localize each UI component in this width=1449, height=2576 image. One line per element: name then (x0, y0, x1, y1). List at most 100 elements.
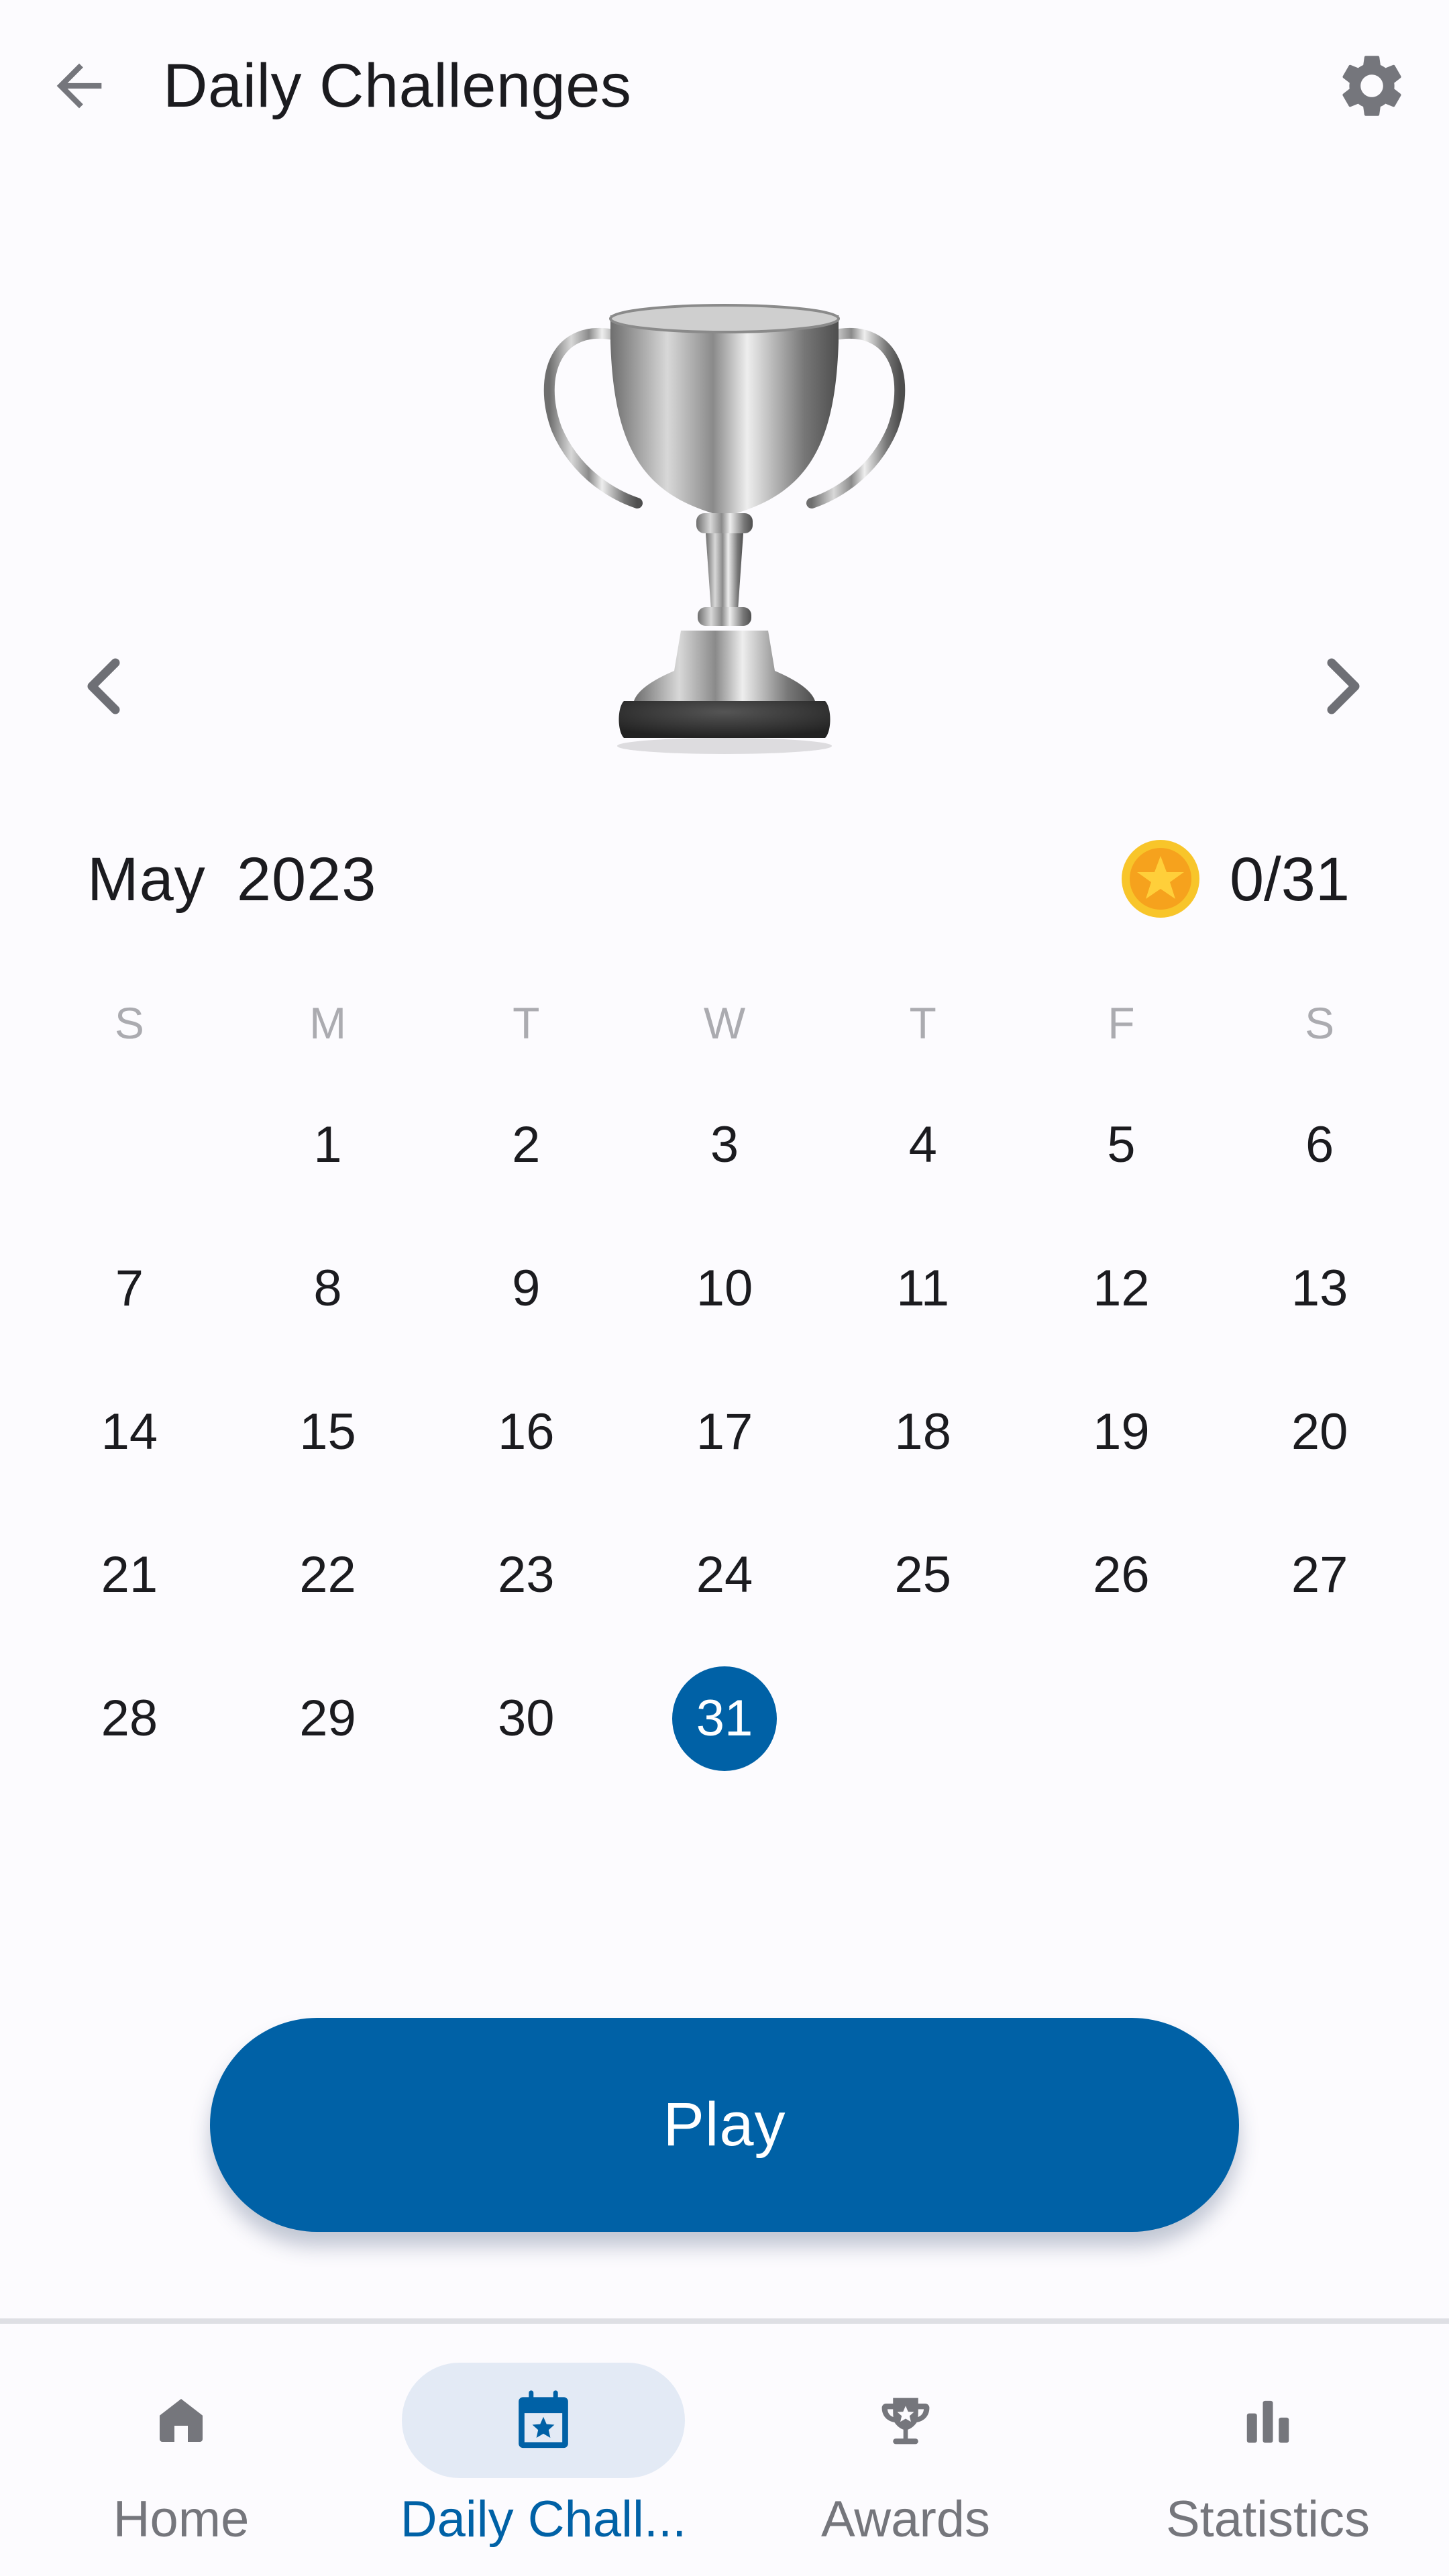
calendar-day[interactable]: 8 (229, 1217, 427, 1360)
day-number: 4 (908, 1116, 937, 1174)
calendar-day[interactable]: 14 (30, 1360, 229, 1503)
day-number: 27 (1291, 1546, 1348, 1604)
calendar-day[interactable]: 5 (1022, 1073, 1221, 1217)
nav-divider (0, 2318, 1449, 2324)
day-number: 12 (1093, 1260, 1150, 1318)
weekday-label: W (703, 998, 746, 1048)
nav-indicator (1197, 2363, 1338, 2478)
calendar-day[interactable]: 15 (229, 1360, 427, 1503)
home-icon (160, 2399, 203, 2442)
calendar-day[interactable]: 9 (427, 1217, 625, 1360)
calendar-day[interactable]: 12 (1022, 1217, 1221, 1360)
day-number: 15 (299, 1403, 356, 1460)
calendar-day[interactable]: 30 (427, 1647, 625, 1790)
calendar-day[interactable]: 24 (625, 1503, 824, 1647)
nav-item-awards[interactable]: Awards (724, 2324, 1087, 2576)
day-number: 2 (512, 1116, 541, 1174)
calendar-star-icon (519, 2390, 568, 2449)
day-number: 6 (1305, 1116, 1334, 1174)
calendar-day[interactable]: 1 (229, 1073, 427, 1217)
gear-icon (1342, 56, 1401, 116)
nav-indicator (111, 2363, 252, 2478)
nav-label: Awards (820, 2491, 991, 2548)
day-number: 9 (512, 1260, 541, 1318)
day-number: 28 (101, 1690, 158, 1748)
nav-label: Statistics (1165, 2491, 1371, 2548)
month-year-label: May 2023 (87, 842, 407, 917)
calendar-day[interactable]: 27 (1220, 1503, 1419, 1647)
day-number: 29 (299, 1690, 356, 1748)
nav-label: Daily Chall... (400, 2491, 687, 2548)
calendar-day[interactable]: 6 (1220, 1073, 1419, 1217)
day-number: 7 (115, 1260, 144, 1318)
day-number: 22 (299, 1546, 356, 1604)
day-number: 31 (672, 1666, 777, 1771)
nav-indicator (835, 2363, 976, 2478)
month-label: May (87, 845, 206, 914)
calendar-day[interactable]: 19 (1022, 1360, 1221, 1503)
completed-count: 0/31 (1230, 845, 1350, 914)
calendar-day[interactable]: 20 (1220, 1360, 1419, 1503)
nav-label: Home (113, 2491, 250, 2548)
day-number: 8 (313, 1260, 342, 1318)
calendar-grid: 1 2 3 4 5 6 7 8 9 10 11 12 13 14 15 16 17 18 19 20 21 22 23 24 2… (30, 1073, 1419, 1790)
calendar-day[interactable]: 26 (1022, 1503, 1221, 1647)
star-coin-icon (1120, 839, 1201, 919)
calendar-day[interactable]: 17 (625, 1360, 824, 1503)
bar-chart-icon (1246, 2400, 1289, 2443)
calendar-day[interactable]: 21 (30, 1503, 229, 1647)
nav-item-statistics[interactable]: Statistics (1087, 2324, 1449, 2576)
weekday-label: T (909, 998, 936, 1048)
bottom-navigation: Home Daily Chall... Awards Statistics (0, 2324, 1449, 2576)
day-number: 14 (101, 1403, 158, 1460)
day-number: 17 (696, 1403, 753, 1460)
calendar-day[interactable]: 23 (427, 1503, 625, 1647)
nav-item-home[interactable]: Home (0, 2324, 362, 2576)
day-number: 26 (1093, 1546, 1150, 1604)
arrow-back-icon (56, 63, 102, 109)
calendar-day[interactable]: 28 (30, 1647, 229, 1790)
day-number: 13 (1291, 1260, 1348, 1318)
calendar-day[interactable]: 22 (229, 1503, 427, 1647)
silver-trophy-icon (543, 304, 906, 754)
weekday-label: F (1108, 998, 1135, 1048)
calendar-day[interactable]: 13 (1220, 1217, 1419, 1360)
previous-month-button[interactable] (68, 646, 136, 727)
day-number: 1 (313, 1116, 342, 1174)
trophy-image (530, 295, 919, 758)
next-month-button[interactable] (1311, 646, 1379, 727)
day-number: 21 (101, 1546, 158, 1604)
year-label: 2023 (236, 845, 377, 914)
day-number: 10 (696, 1260, 753, 1318)
calendar-day[interactable]: 18 (824, 1360, 1022, 1503)
calendar-day[interactable]: 4 (824, 1073, 1022, 1217)
day-number: 19 (1093, 1403, 1150, 1460)
nav-indicator-active (402, 2363, 685, 2478)
calendar-blank-cell (30, 1073, 229, 1217)
calendar-day[interactable]: 2 (427, 1073, 625, 1217)
day-number: 24 (696, 1546, 753, 1604)
calendar-day[interactable]: 10 (625, 1217, 824, 1360)
page-title: Daily Challenges (163, 52, 632, 120)
settings-button[interactable] (1332, 46, 1412, 126)
nav-item-daily-challenges[interactable]: Daily Chall... (362, 2324, 724, 2576)
trophy-icon (881, 2398, 930, 2445)
play-button[interactable]: Play (210, 2018, 1239, 2232)
day-number: 3 (710, 1116, 739, 1174)
calendar-day-selected[interactable]: 31 (625, 1647, 824, 1790)
calendar-day[interactable]: 25 (824, 1503, 1022, 1647)
weekday-label: S (1305, 998, 1335, 1048)
day-number: 18 (894, 1403, 951, 1460)
calendar-day[interactable]: 7 (30, 1217, 229, 1360)
calendar-day[interactable]: 29 (229, 1647, 427, 1790)
calendar-day[interactable]: 16 (427, 1360, 625, 1503)
weekday-header: S M T W T F S (30, 993, 1419, 1053)
weekday-label: S (114, 998, 144, 1048)
calendar-day[interactable]: 3 (625, 1073, 824, 1217)
day-number: 20 (1291, 1403, 1348, 1460)
day-number: 23 (498, 1546, 555, 1604)
calendar-day[interactable]: 11 (824, 1217, 1022, 1360)
day-number: 25 (894, 1546, 951, 1604)
back-button[interactable] (39, 46, 119, 126)
day-number: 30 (498, 1690, 555, 1748)
